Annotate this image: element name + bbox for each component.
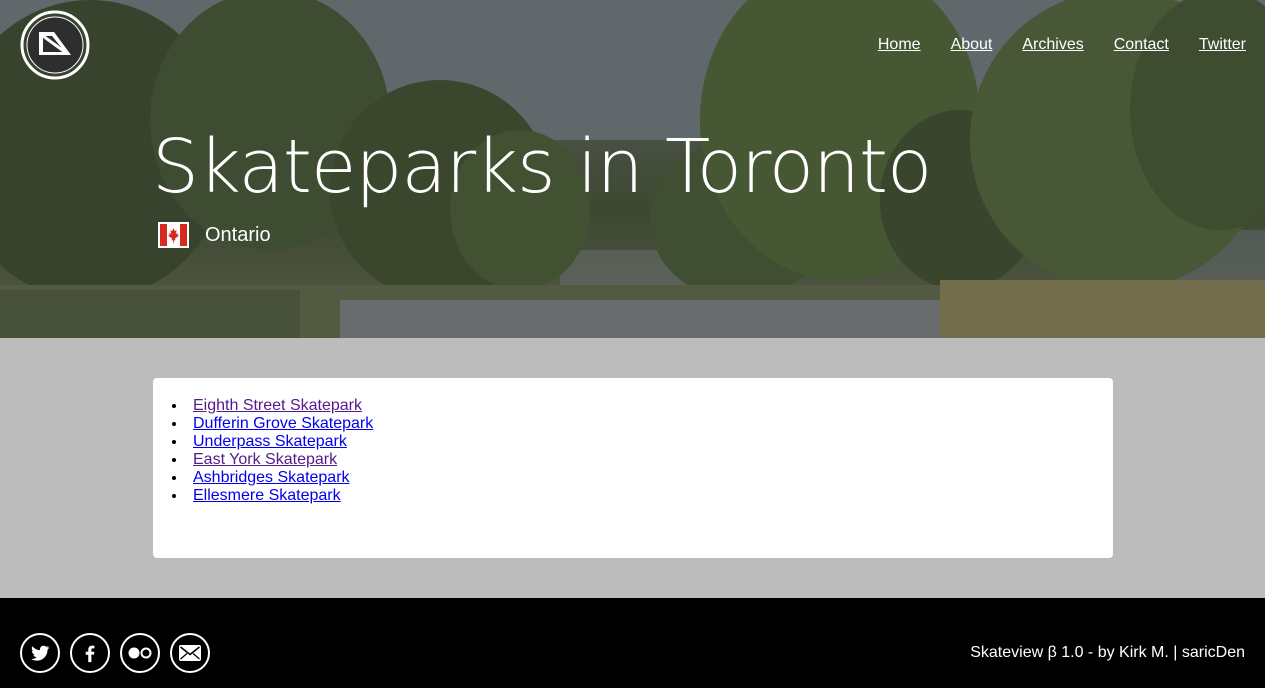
flickr-button[interactable] xyxy=(120,633,160,673)
skate-ramp-logo-icon xyxy=(20,10,90,80)
site-logo[interactable] xyxy=(20,10,90,80)
nav-home-link[interactable]: Home xyxy=(878,35,921,55)
skatepark-link-ashbridges[interactable]: Ashbridges Skatepark xyxy=(193,469,350,486)
nav-contact-link[interactable]: Contact xyxy=(1114,35,1169,55)
canada-flag-icon xyxy=(158,222,189,248)
list-item: Eighth Street Skatepark xyxy=(173,397,373,415)
footer: Skateview β 1.0 - by Kirk M. | saricDen xyxy=(0,598,1265,688)
facebook-icon xyxy=(85,645,95,663)
skatepark-link-underpass[interactable]: Underpass Skatepark xyxy=(193,433,347,450)
twitter-button[interactable] xyxy=(20,633,60,673)
page-title: Skateparks in Toronto xyxy=(152,124,932,210)
region-row: Ontario xyxy=(158,222,271,248)
nav-archives-link[interactable]: Archives xyxy=(1022,35,1083,55)
list-item: Underpass Skatepark xyxy=(173,433,373,451)
twitter-icon xyxy=(31,645,50,661)
list-item: East York Skatepark xyxy=(173,451,373,469)
nav-about-link[interactable]: About xyxy=(951,35,993,55)
list-item: Dufferin Grove Skatepark xyxy=(173,415,373,433)
list-item: Ellesmere Skatepark xyxy=(173,487,373,505)
nav-twitter-link[interactable]: Twitter xyxy=(1199,35,1246,55)
skatepark-link-dufferin-grove[interactable]: Dufferin Grove Skatepark xyxy=(193,415,373,432)
flickr-icon xyxy=(128,647,152,659)
skatepark-link-ellesmere[interactable]: Ellesmere Skatepark xyxy=(193,487,341,504)
social-links xyxy=(20,633,210,673)
email-button[interactable] xyxy=(170,633,210,673)
main-nav: Home About Archives Contact Twitter xyxy=(878,35,1246,55)
hero-banner: Home About Archives Contact Twitter Skat… xyxy=(0,0,1265,338)
email-icon xyxy=(179,645,201,661)
facebook-button[interactable] xyxy=(70,633,110,673)
skatepark-link-east-york[interactable]: East York Skatepark xyxy=(193,451,337,468)
skatepark-list-card: Eighth Street Skatepark Dufferin Grove S… xyxy=(153,378,1113,558)
skatepark-list: Eighth Street Skatepark Dufferin Grove S… xyxy=(173,397,373,505)
list-item: Ashbridges Skatepark xyxy=(173,469,373,487)
footer-credit: Skateview β 1.0 - by Kirk M. | saricDen xyxy=(970,644,1245,661)
skatepark-link-eighth-street[interactable]: Eighth Street Skatepark xyxy=(193,397,362,414)
region-label: Ontario xyxy=(205,224,271,246)
